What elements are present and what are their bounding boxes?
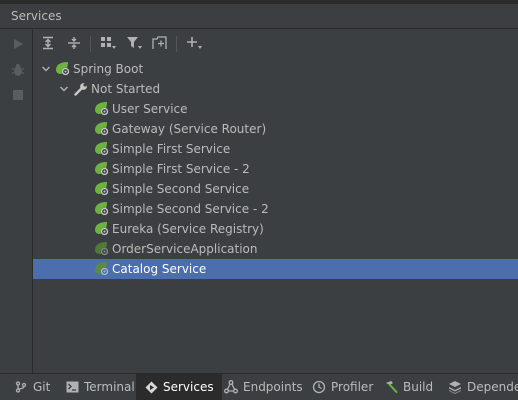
- add-service-button[interactable]: [183, 33, 205, 55]
- terminal-icon: [65, 380, 79, 394]
- tab-terminal[interactable]: Terminal: [62, 374, 138, 400]
- bug-icon: [11, 63, 25, 80]
- group-by-icon: [100, 36, 116, 53]
- tab-label: Endpoints: [243, 380, 303, 394]
- expand-all-button[interactable]: [37, 33, 59, 55]
- debug-button[interactable]: [9, 62, 27, 80]
- services-icon: [144, 380, 158, 394]
- dependencies-icon: [448, 380, 462, 394]
- spring-boot-icon: [94, 181, 110, 197]
- spring-boot-icon: [94, 201, 110, 217]
- stop-button[interactable]: [9, 87, 27, 105]
- new-tab-button[interactable]: [149, 33, 171, 55]
- expand-all-icon: [41, 36, 55, 53]
- toolbar-separator: [90, 36, 91, 52]
- tab-label: Git: [33, 380, 51, 394]
- service-label: Catalog Service: [112, 262, 207, 276]
- window-title: Services: [11, 9, 62, 23]
- spring-boot-icon: [94, 221, 110, 237]
- service-label: OrderServiceApplication: [112, 242, 258, 256]
- service-item[interactable]: Simple First Service: [33, 139, 518, 159]
- tree-node-not-started[interactable]: Not Started: [33, 79, 497, 99]
- git-branch-icon: [14, 380, 28, 394]
- spring-boot-icon: [94, 141, 110, 157]
- chevron-down-icon[interactable]: [40, 63, 52, 75]
- endpoints-icon: [224, 380, 238, 394]
- chevron-down-icon[interactable]: [58, 83, 70, 95]
- filter-icon: [126, 36, 142, 53]
- tab-label: Profiler: [331, 380, 374, 394]
- spring-boot-icon: [94, 101, 110, 117]
- left-action-bar: [0, 29, 33, 373]
- service-label: Simple First Service: [112, 142, 231, 156]
- service-label: Simple Second Service - 2: [112, 202, 269, 216]
- service-item[interactable]: User Service: [33, 99, 518, 119]
- service-item[interactable]: Simple Second Service - 2: [33, 199, 518, 219]
- service-item[interactable]: Eureka (Service Registry): [33, 219, 518, 239]
- tool-window-bar: Git Terminal Services Endpoints Profiler…: [0, 373, 518, 400]
- tab-profiler[interactable]: Profiler: [309, 374, 376, 400]
- group-by-button[interactable]: [97, 33, 119, 55]
- spring-boot-icon: [55, 61, 71, 77]
- service-item[interactable]: OrderServiceApplication: [33, 239, 518, 259]
- tab-build[interactable]: Build: [381, 374, 436, 400]
- tree-node-label: Not Started: [91, 82, 161, 96]
- tab-label: Terminal: [84, 380, 135, 394]
- tab-label: Services: [163, 380, 214, 394]
- tab-services[interactable]: Services: [136, 374, 222, 400]
- wrench-icon: [73, 81, 89, 97]
- service-item-selected[interactable]: Catalog Service: [33, 259, 518, 279]
- tree-node-label: Spring Boot: [73, 62, 144, 76]
- tab-git[interactable]: Git: [11, 374, 53, 400]
- tab-endpoints[interactable]: Endpoints: [221, 374, 306, 400]
- run-button[interactable]: [9, 36, 27, 54]
- tree-node-spring-boot[interactable]: Spring Boot: [33, 59, 479, 79]
- title-bar: Services: [0, 4, 518, 29]
- plus-icon: [186, 36, 202, 53]
- play-icon: [12, 38, 24, 53]
- hammer-icon: [384, 380, 398, 394]
- service-label: Simple Second Service: [112, 182, 250, 196]
- service-item[interactable]: Simple First Service - 2: [33, 159, 518, 179]
- services-tree: Spring Boot Not Started User Service Gat…: [33, 59, 518, 373]
- open-in-new-tab-icon: [152, 35, 168, 53]
- spring-boot-icon: [94, 241, 110, 257]
- tab-label: Build: [403, 380, 434, 394]
- tab-dependencies[interactable]: Dependen: [445, 374, 518, 400]
- spring-boot-icon: [94, 161, 110, 177]
- filter-button[interactable]: [123, 33, 145, 55]
- service-label: Gateway (Service Router): [112, 122, 267, 136]
- collapse-all-button[interactable]: [63, 33, 85, 55]
- toolbar-separator: [176, 36, 177, 52]
- service-item[interactable]: Gateway (Service Router): [33, 119, 518, 139]
- tab-label: Dependen: [467, 380, 518, 394]
- services-toolbar: [33, 29, 518, 59]
- service-label: User Service: [112, 102, 188, 116]
- service-label: Eureka (Service Registry): [112, 222, 264, 236]
- spring-boot-icon: [94, 261, 110, 277]
- spring-boot-icon: [94, 121, 110, 137]
- collapse-all-icon: [67, 36, 81, 53]
- profiler-icon: [312, 380, 326, 394]
- service-label: Simple First Service - 2: [112, 162, 250, 176]
- service-item[interactable]: Simple Second Service: [33, 179, 518, 199]
- stop-icon: [12, 89, 24, 104]
